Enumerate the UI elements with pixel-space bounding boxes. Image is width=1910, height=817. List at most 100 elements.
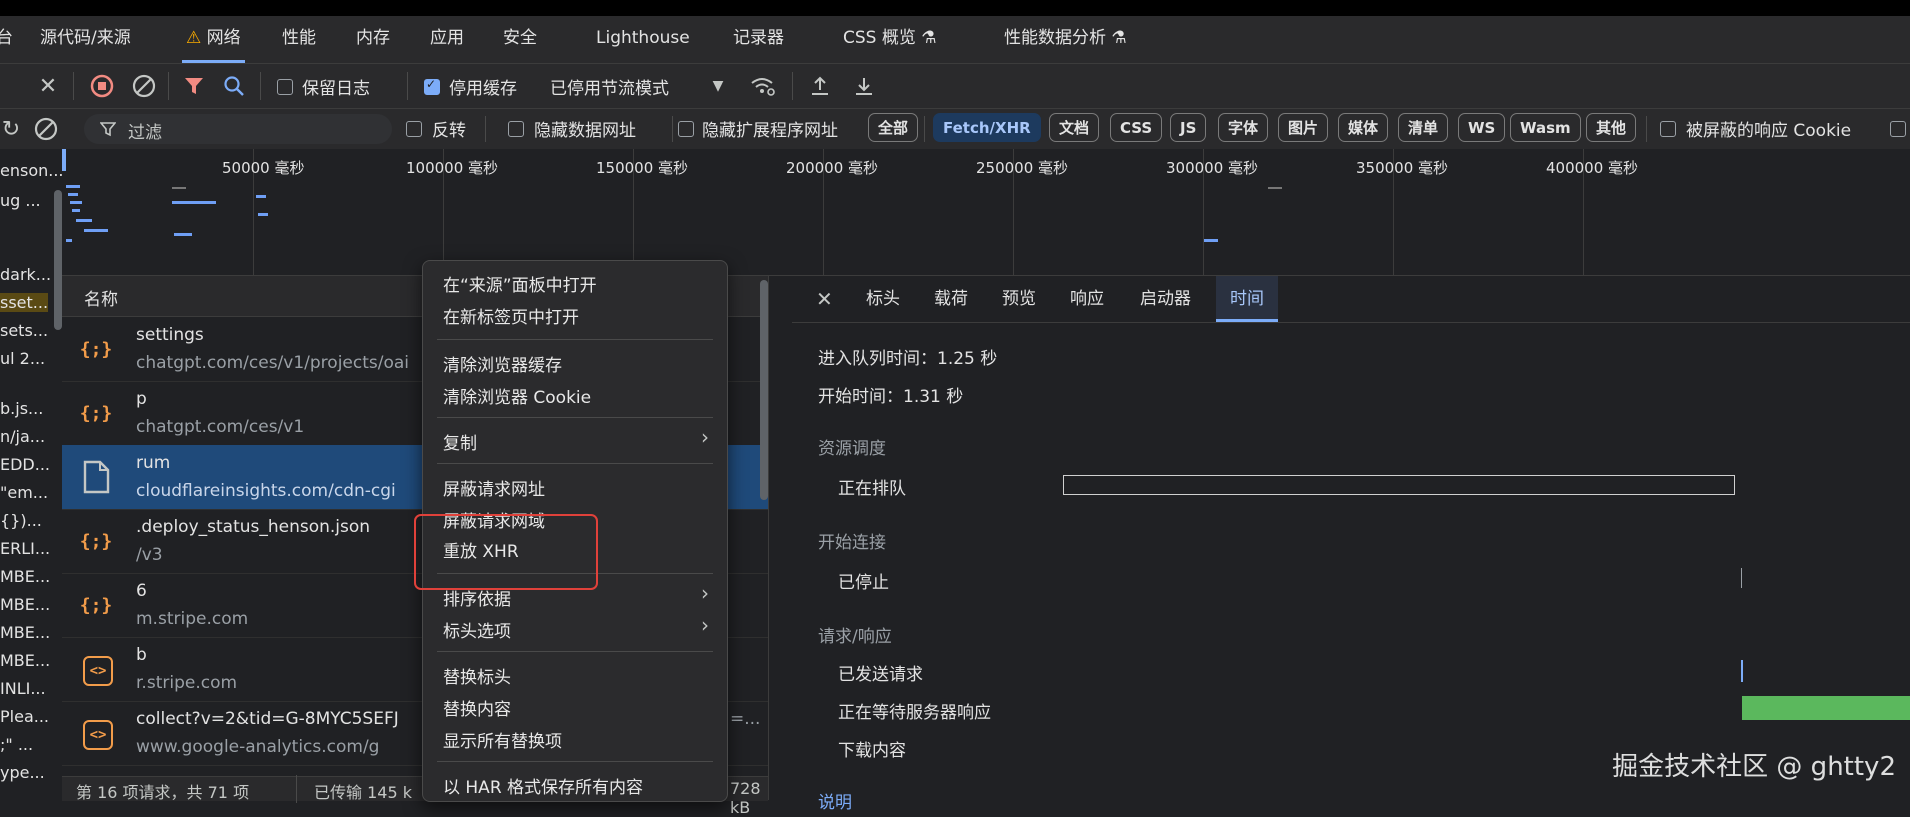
stalled-bar <box>1741 568 1742 588</box>
close-icon[interactable]: ✕ <box>816 276 833 322</box>
tab-performance-insights[interactable]: 性能数据分析 ⚗ <box>1004 16 1127 63</box>
download-icon <box>856 78 872 95</box>
menu-item-clear-cookies[interactable]: 清除浏览器 Cookie <box>443 383 591 408</box>
network-overview[interactable]: 50000 毫秒 100000 毫秒 150000 毫秒 200000 毫秒 2… <box>62 149 1910 276</box>
tab-headers[interactable]: 标头 <box>866 276 900 322</box>
clear-sidebar-button[interactable] <box>32 115 60 143</box>
sidebar-item[interactable]: "em... <box>0 483 48 502</box>
sidebar-item[interactable]: EDD... <box>0 455 50 474</box>
request-list-scrollbar[interactable] <box>760 280 768 500</box>
menu-item-clear-cache[interactable]: 清除浏览器缓存 <box>443 351 562 376</box>
overview-bar <box>1268 187 1282 189</box>
sidebar-item[interactable]: ERLI... <box>0 539 50 558</box>
import-har-button[interactable] <box>806 72 834 100</box>
type-filter-font[interactable]: 字体 <box>1218 113 1269 142</box>
type-filter-css[interactable]: CSS <box>1110 113 1163 142</box>
tick-label: 300000 毫秒 <box>1166 159 1259 177</box>
sidebar-item[interactable]: ug ... <box>0 191 41 210</box>
type-filter-all[interactable]: 全部 <box>868 113 919 142</box>
tab-initiator[interactable]: 启动器 <box>1140 276 1191 322</box>
sidebar-item[interactable]: MBE... <box>0 567 50 586</box>
type-filter-img[interactable]: 图片 <box>1278 113 1329 142</box>
sidebar-item[interactable]: MBE... <box>0 651 50 670</box>
tab-application[interactable]: 应用 <box>430 16 464 63</box>
clear-button[interactable] <box>130 72 158 100</box>
sidebar-item[interactable]: ype... <box>0 763 45 782</box>
menu-item-override-content[interactable]: 替换内容 <box>443 695 511 720</box>
filter-toggle-button[interactable] <box>180 72 208 100</box>
menu-item-save-har[interactable]: 以 HAR 格式保存所有内容 <box>443 773 643 798</box>
close-icon[interactable]: ✕ <box>34 72 62 100</box>
overview-selection-handle[interactable] <box>62 149 66 171</box>
tab-timing[interactable]: 时间 <box>1216 276 1278 322</box>
tab-performance[interactable]: 性能 <box>282 16 316 63</box>
search-button[interactable] <box>220 72 248 100</box>
blocked-cookies-checkbox[interactable] <box>1660 121 1676 137</box>
request-url: r.stripe.com <box>136 673 238 693</box>
invert-label: 反转 <box>432 121 466 141</box>
type-filter-wasm[interactable]: Wasm <box>1510 113 1581 142</box>
menu-item-block-url[interactable]: 屏蔽请求网址 <box>443 475 545 500</box>
sidebar-item[interactable]: enson... <box>0 161 62 180</box>
request-name: b <box>136 645 147 665</box>
sidebar-item[interactable]: ul 2... <box>0 349 45 368</box>
type-filter-ws[interactable]: WS <box>1458 113 1506 142</box>
menu-item-show-all-overrides[interactable]: 显示所有替换项 <box>443 727 562 752</box>
sidebar-item[interactable]: INLI... <box>0 679 46 698</box>
explanation-link[interactable]: 说明 <box>818 788 852 813</box>
name-column-header[interactable]: 名称 <box>84 285 118 310</box>
export-har-button[interactable] <box>850 72 878 100</box>
type-filter-js[interactable]: JS <box>1170 113 1207 142</box>
tab-lighthouse[interactable]: Lighthouse <box>596 16 690 63</box>
tab-css-overview[interactable]: CSS 概览 ⚗ <box>843 16 937 63</box>
tab-console-cut[interactable]: 台 <box>0 16 13 63</box>
tab-memory[interactable]: 内存 <box>356 16 390 63</box>
disable-cache-label: 停用缓存 <box>449 79 517 99</box>
extra-checkbox[interactable] <box>1890 121 1906 137</box>
chevron-down-icon[interactable]: ▼ <box>706 74 730 98</box>
watermark: 掘金技术社区 @ ghtty2 <box>1612 752 1896 782</box>
filter-input[interactable]: 过滤 <box>84 114 392 144</box>
disable-cache-checkbox[interactable] <box>424 77 440 95</box>
request-url: chatgpt.com/ces/v1 <box>136 417 305 437</box>
tab-network[interactable]: ⚠ 网络 <box>182 16 245 63</box>
stop-recording-button[interactable] <box>88 72 116 100</box>
sidebar-item[interactable]: b.js... <box>0 399 43 418</box>
sidebar-item[interactable]: sset... <box>0 293 49 312</box>
invert-checkbox[interactable] <box>406 121 422 137</box>
menu-item-open-new-tab[interactable]: 在新标签页中打开 <box>443 303 579 328</box>
request-count: 第 16 项请求，共 71 项 <box>76 783 250 802</box>
type-filter-doc[interactable]: 文档 <box>1049 113 1100 142</box>
sidebar-item[interactable]: n/ja... <box>0 427 45 446</box>
type-filter-other[interactable]: 其他 <box>1586 113 1637 142</box>
divider <box>1646 116 1647 142</box>
throttling-select[interactable]: 已停用节流模式 <box>550 74 669 99</box>
tab-recorder[interactable]: 记录器 <box>733 16 784 63</box>
sidebar-item[interactable]: sets... <box>0 321 48 340</box>
tab-response[interactable]: 响应 <box>1070 276 1104 322</box>
type-filter-manifest[interactable]: 清单 <box>1398 113 1449 142</box>
request-url: /v3 <box>136 545 163 565</box>
tab-payload[interactable]: 载荷 <box>934 276 968 322</box>
sidebar-item[interactable]: ;" ... <box>0 735 33 754</box>
hide-data-urls-checkbox[interactable] <box>508 121 524 137</box>
tab-sources[interactable]: 源代码/来源 <box>40 16 131 63</box>
sidebar-scrollbar[interactable] <box>54 190 62 330</box>
sidebar-item[interactable]: {})... <box>0 511 42 530</box>
preserve-log-checkbox[interactable] <box>277 79 293 95</box>
sidebar-item[interactable]: Plea... <box>0 707 49 726</box>
menu-item-open-in-sources[interactable]: 在“来源”面板中打开 <box>443 271 597 296</box>
type-filter-media[interactable]: 媒体 <box>1338 113 1389 142</box>
sidebar-item[interactable]: MBE... <box>0 595 50 614</box>
menu-item-header-options[interactable]: 标头选项 <box>443 617 511 642</box>
menu-item-override-headers[interactable]: 替换标头 <box>443 663 511 688</box>
tab-preview[interactable]: 预览 <box>1002 276 1036 322</box>
menu-item-copy[interactable]: 复制 <box>443 429 477 454</box>
type-filter-fetch-xhr[interactable]: Fetch/XHR <box>933 113 1041 142</box>
sidebar-item[interactable]: MBE... <box>0 623 50 642</box>
refresh-icon[interactable]: ↻ <box>0 117 22 142</box>
sidebar-item[interactable]: dark... <box>0 265 51 284</box>
tab-security[interactable]: 安全 <box>503 16 537 63</box>
network-conditions-button[interactable] <box>748 72 778 100</box>
hide-extension-urls-checkbox[interactable] <box>678 121 694 137</box>
